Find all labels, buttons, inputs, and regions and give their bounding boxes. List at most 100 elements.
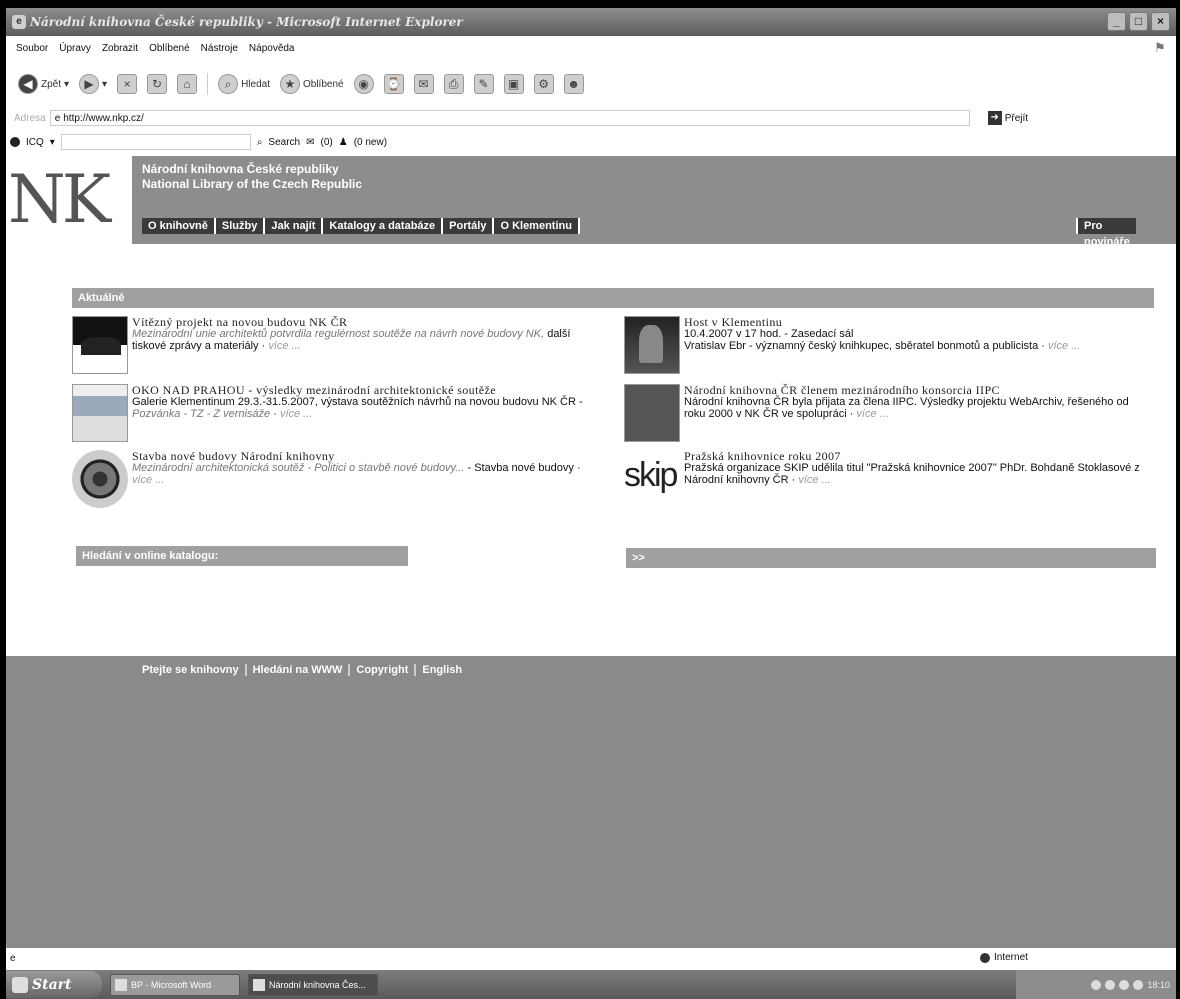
mail-icon[interactable]: ✉	[413, 74, 434, 94]
menu-help[interactable]: Nápověda	[249, 43, 295, 54]
go-button[interactable]: ➜ Přejít	[987, 111, 1028, 125]
menu-edit[interactable]: Úpravy	[59, 43, 91, 54]
news-link[interactable]: Mezinárodní unie architektů potvrdila re…	[132, 328, 544, 340]
icq-search-input[interactable]	[60, 134, 251, 150]
nav-services[interactable]: Služby	[215, 218, 266, 234]
discuss-icon[interactable]: ▣	[503, 74, 524, 94]
search-label: Hledat	[241, 78, 270, 90]
messenger-icon[interactable]: ☻	[563, 74, 584, 94]
news-thumbnail[interactable]	[624, 316, 680, 374]
news-thumbnail[interactable]	[72, 316, 128, 374]
icq-label[interactable]: ICQ	[26, 137, 44, 148]
news-item: Národní knihovna ČR členem mezinárodního…	[624, 384, 1146, 442]
menu-file[interactable]: Soubor	[16, 43, 48, 54]
main-nav: O knihovně Služby Jak najít Katalogy a d…	[142, 218, 1136, 248]
status-bar: e Internet	[6, 948, 1176, 968]
start-button[interactable]: Start	[6, 971, 102, 998]
footer-copyright[interactable]: Copyright	[350, 664, 417, 676]
icq-messages-icon[interactable]: ✉	[306, 137, 314, 148]
nav-about[interactable]: O knihovně	[142, 218, 216, 234]
footer-web-search[interactable]: Hledání na WWW	[247, 664, 351, 676]
clock: 18:10	[1147, 979, 1170, 990]
news-text: - Stavba nové budovy	[464, 462, 574, 474]
nav-portals[interactable]: Portály	[443, 218, 495, 234]
favorites-button[interactable]: ★ Oblíbené	[279, 74, 344, 94]
home-icon[interactable]: ⌂	[177, 74, 198, 94]
news-title[interactable]: Stavba nové budovy Národní knihovny	[132, 450, 594, 462]
messenger-tray-icon[interactable]	[1133, 979, 1144, 990]
ie-icon: e	[12, 15, 26, 29]
back-dropdown-icon: ▾	[64, 78, 70, 90]
volume-icon[interactable]	[1105, 979, 1116, 990]
library-name: Národní knihovna České republiky Nationa…	[142, 162, 362, 192]
menu-view[interactable]: Zobrazit	[102, 43, 138, 54]
footer-links: Ptejte se knihovny Hledání na WWW Copyri…	[136, 664, 468, 676]
footer-english[interactable]: English	[416, 664, 468, 676]
news-title[interactable]: Pražská knihovnice roku 2007	[684, 450, 1146, 462]
news-thumbnail[interactable]	[72, 384, 128, 442]
nav-clementinum[interactable]: O Klementinu	[494, 218, 580, 234]
taskbar-item-word[interactable]: BP - Microsoft Word	[110, 973, 240, 996]
star-icon: ★	[279, 74, 300, 94]
refresh-icon[interactable]: ↻	[147, 74, 168, 94]
skip-logo[interactable]: skip	[624, 450, 680, 508]
back-label: Zpět	[41, 78, 62, 90]
edit-icon[interactable]: ✎	[473, 74, 494, 94]
news-text: Národní knihovna ČR byla přijata za člen…	[684, 396, 1129, 420]
icq-mail-count[interactable]: (0 new)	[354, 137, 387, 148]
news-thumbnail[interactable]	[72, 450, 128, 508]
icq-search-icon: ⌕	[256, 136, 263, 148]
menu-tools[interactable]: Nástroje	[201, 43, 238, 54]
news-item: Stavba nové budovy Národní knihovny Mezi…	[72, 450, 594, 508]
news-title[interactable]: Národní knihovna ČR členem mezinárodního…	[684, 384, 1146, 396]
library-name-cz: Národní knihovna České republiky	[142, 162, 339, 176]
icq-people-icon[interactable]: ♟	[339, 137, 348, 148]
more-link[interactable]: více ...	[132, 474, 164, 486]
news-link[interactable]: Mezinárodní architektonická soutěž - Pol…	[132, 462, 464, 474]
more-link[interactable]: více ...	[798, 474, 830, 486]
taskbar-item-browser[interactable]: Národní knihovna Čes...	[248, 973, 378, 996]
more-link[interactable]: více ...	[856, 408, 888, 420]
more-link[interactable]: více ...	[280, 408, 312, 420]
nav-catalogs[interactable]: Katalogy a databáze	[323, 218, 444, 234]
logo-divider	[128, 156, 132, 244]
forward-button[interactable]: ▶ ▾	[79, 74, 107, 94]
news-thumbnail[interactable]	[624, 384, 680, 442]
forward-arrow-icon: ▶	[79, 74, 100, 94]
history-icon[interactable]: ⌚	[383, 74, 404, 94]
more-link[interactable]: více ...	[268, 340, 300, 352]
media-icon[interactable]: ◉	[353, 74, 374, 94]
news-title[interactable]: Host v Klementinu	[684, 316, 1080, 328]
globe-icon	[980, 952, 990, 963]
security-zone: Internet	[980, 952, 1028, 963]
network-icon[interactable]	[1091, 979, 1102, 990]
news-link[interactable]: Pozvánka - TZ - Z vernisáže	[132, 408, 270, 420]
footer-ask-library[interactable]: Ptejte se knihovny	[136, 664, 247, 676]
ie-icon	[253, 978, 265, 991]
antivirus-icon[interactable]	[1119, 979, 1130, 990]
print-icon[interactable]: ⎙	[443, 74, 464, 94]
stop-icon[interactable]: ×	[117, 74, 138, 94]
close-button[interactable]: ×	[1151, 12, 1170, 31]
icq-search-button[interactable]: Search	[268, 137, 300, 148]
nav-press[interactable]: Pro novináře	[1076, 218, 1136, 248]
news-body: OKO NAD PRAHOU - výsledky mezinárodní ar…	[132, 384, 594, 442]
back-button[interactable]: ◀ Zpět ▾	[18, 74, 69, 94]
maximize-button[interactable]: □	[1129, 12, 1148, 31]
icq-dropdown-icon[interactable]: ▾	[50, 137, 55, 148]
nav-find-us[interactable]: Jak najít	[265, 218, 324, 234]
title-bar: e Národní knihovna České republiky - Mic…	[6, 8, 1176, 36]
address-input[interactable]: e http://www.nkp.cz/	[49, 110, 970, 126]
news-title[interactable]: OKO NAD PRAHOU - výsledky mezinárodní ar…	[132, 384, 594, 396]
menu-favorites[interactable]: Oblíbené	[149, 43, 190, 54]
news-title[interactable]: Vítězný projekt na novou budovu NK ČR	[132, 316, 594, 328]
more-link[interactable]: více ...	[1048, 340, 1080, 352]
minimize-button[interactable]: _	[1107, 12, 1126, 31]
more-header[interactable]: >>	[626, 548, 1156, 568]
news-item: Vítězný projekt na novou budovu NK ČR Me…	[72, 316, 594, 374]
news-text: Vratislav Ebr - významný český knihkupec…	[684, 340, 1039, 352]
search-button[interactable]: ⌕ Hledat	[218, 74, 270, 94]
nk-logo[interactable]: NK	[6, 156, 128, 244]
research-icon[interactable]: ⚙	[533, 74, 554, 94]
taskbar-item-label: Národní knihovna Čes...	[269, 979, 366, 990]
